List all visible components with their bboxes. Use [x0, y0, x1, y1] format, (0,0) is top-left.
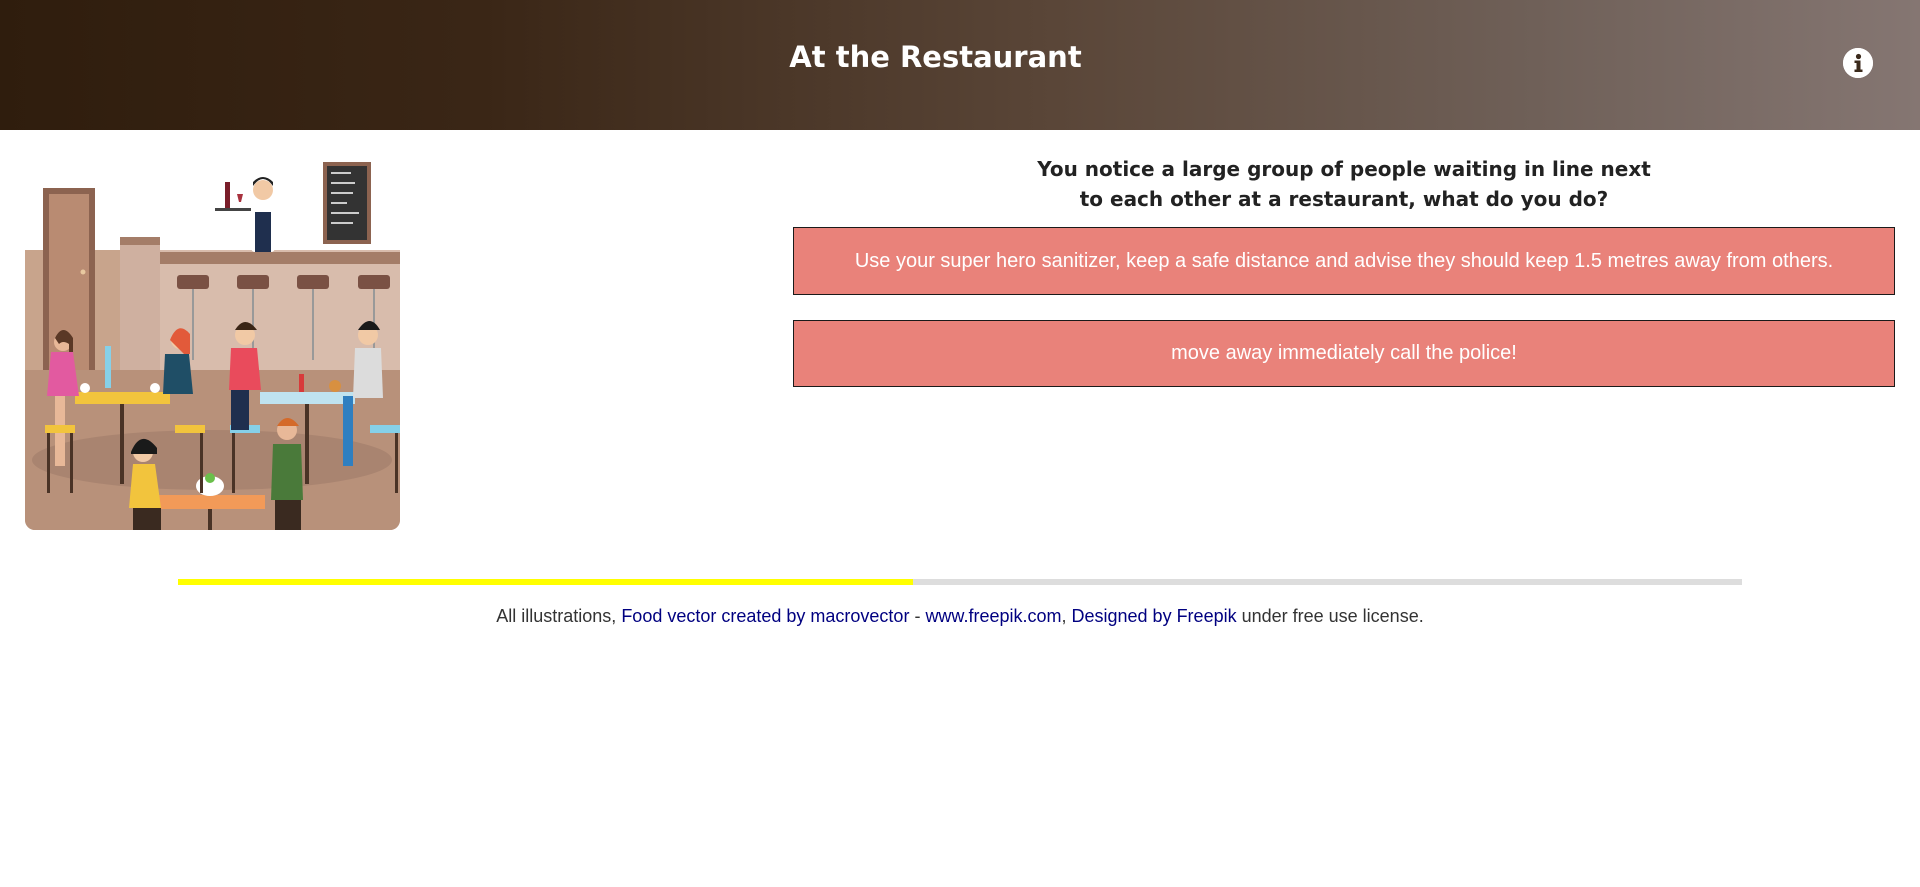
food-vector-link[interactable]: Food vector created by macrovector	[621, 606, 909, 626]
freepik-site-link[interactable]: www.freepik.com	[925, 606, 1061, 626]
attribution-footer: All illustrations, Food vector created b…	[0, 606, 1920, 627]
progress-fill	[178, 579, 914, 585]
question-line-2: to each other at a restaurant, what do y…	[1079, 187, 1609, 211]
page-header: At the Restaurant	[0, 0, 1920, 130]
designed-by-freepik-link[interactable]: Designed by Freepik	[1072, 606, 1237, 626]
restaurant-illustration	[25, 160, 400, 530]
credits-comma: ,	[1061, 606, 1072, 626]
progress-bar	[178, 579, 1742, 585]
answer-option-1[interactable]: Use your super hero sanitizer, keep a sa…	[793, 227, 1895, 295]
info-circle-icon	[1843, 48, 1873, 78]
page-title: At the Restaurant	[789, 40, 1082, 74]
question-line-1: You notice a large group of people waiti…	[1037, 157, 1651, 181]
credits-prefix: All illustrations,	[496, 606, 622, 626]
info-button[interactable]	[1843, 48, 1873, 78]
answer-option-2[interactable]: move away immediately call the police!	[793, 320, 1895, 387]
credits-separator: -	[909, 606, 926, 626]
question-text: You notice a large group of people waiti…	[793, 154, 1895, 214]
credits-suffix: under free use license.	[1236, 606, 1424, 626]
